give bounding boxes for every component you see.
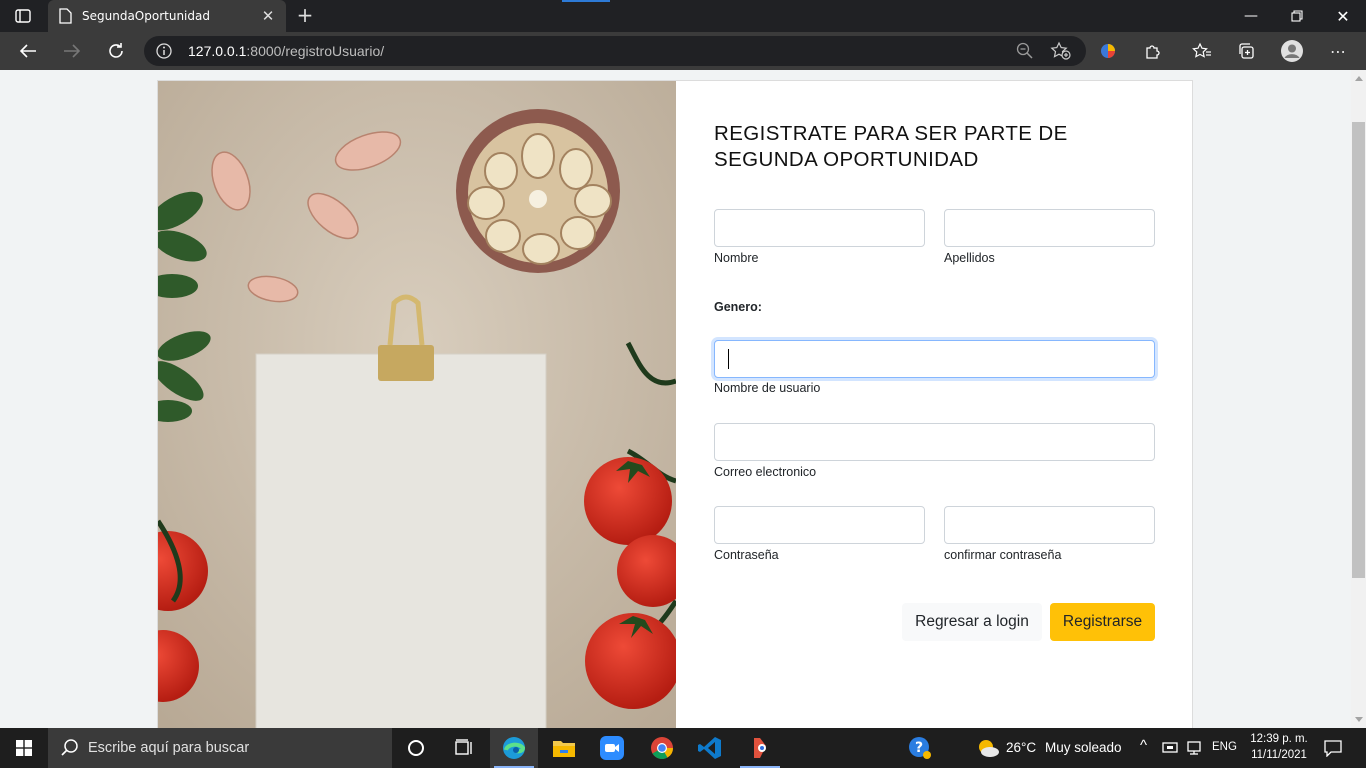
form-heading: REGISTRATE PARA SER PARTE DE SEGUNDA OPO…: [714, 122, 1068, 171]
avatar-icon: [1281, 40, 1303, 62]
chevron-up-icon[interactable]: ^: [1140, 737, 1147, 754]
tab-actions-icon: [15, 9, 31, 23]
email-input[interactable]: [714, 423, 1155, 461]
extensions-button[interactable]: [1137, 36, 1169, 66]
forward-button[interactable]: [56, 36, 88, 66]
taskbar-search-box[interactable]: Escribe aquí para buscar: [48, 728, 392, 768]
chrome-icon: [651, 737, 673, 759]
restore-button[interactable]: [1274, 0, 1320, 32]
task-view-icon: [455, 739, 472, 755]
zoom-app-button[interactable]: [588, 728, 636, 768]
email-label: Correo electronico: [714, 465, 817, 479]
tab-close-icon[interactable]: ✕: [260, 7, 276, 25]
page-scrollbar[interactable]: [1351, 70, 1366, 728]
drag-hint: [562, 0, 610, 2]
kitchen-photo-illustration: [158, 81, 676, 741]
back-to-login-button[interactable]: Regresar a login: [902, 603, 1042, 641]
scroll-thumb[interactable]: [1352, 122, 1365, 578]
registration-card: REGISTRATE PARA SER PARTE DE SEGUNDA OPO…: [157, 80, 1193, 741]
language-indicator[interactable]: ENG: [1212, 741, 1237, 753]
back-arrow-icon: [19, 44, 36, 58]
refresh-icon: [109, 43, 123, 58]
site-info-icon[interactable]: [156, 43, 172, 59]
add-favorite-icon[interactable]: [1050, 41, 1072, 61]
zoom-video-icon: [600, 736, 624, 760]
vscode-button[interactable]: [686, 728, 734, 768]
usb-device-icon[interactable]: [1161, 740, 1179, 756]
puzzle-icon: [1146, 45, 1160, 59]
food-photo: [158, 81, 676, 741]
favorites-icon: [1192, 42, 1211, 58]
clock-date: 11/11/2021: [1251, 749, 1307, 761]
scroll-up-arrow-icon[interactable]: [1355, 76, 1363, 81]
nombre-label: Nombre: [714, 251, 759, 265]
help-icon: ?: [909, 737, 931, 759]
vscode-icon: [698, 737, 721, 759]
page-icon: [59, 8, 72, 24]
page-viewport: REGISTRATE PARA SER PARTE DE SEGUNDA OPO…: [0, 70, 1351, 741]
minimize-button[interactable]: —: [1228, 0, 1274, 32]
register-button[interactable]: Registrarse: [1050, 603, 1155, 641]
task-view-button[interactable]: [440, 728, 488, 768]
collections-button[interactable]: [1230, 36, 1262, 66]
confirm-password-label: confirmar contraseña: [944, 548, 1062, 562]
username-input[interactable]: [714, 340, 1155, 378]
color-extension-icon: [1101, 44, 1115, 58]
network-icon[interactable]: [1187, 740, 1205, 756]
zoom-icon[interactable]: [1016, 42, 1034, 60]
cortana-circle-icon: [408, 740, 424, 756]
password-label: Contraseña: [714, 548, 779, 562]
help-button[interactable]: ?: [896, 728, 944, 768]
search-icon: [61, 739, 78, 756]
apellidos-label: Apellidos: [944, 251, 995, 265]
url-text: 127.0.0.1:8000/registroUsuario/: [188, 43, 385, 59]
tab-actions-button[interactable]: [0, 0, 46, 32]
weather-text[interactable]: Muy soleado: [1045, 740, 1122, 755]
password-input[interactable]: [714, 506, 925, 544]
genero-label: Genero:: [714, 300, 762, 314]
weather-sun-cloud-icon: [979, 740, 999, 757]
close-window-button[interactable]: ✕: [1320, 0, 1366, 32]
windows-logo-icon: [16, 740, 32, 756]
taskbar-clock[interactable]: 12:39 p. m. 11/11/2021: [1244, 731, 1314, 763]
search-placeholder: Escribe aquí para buscar: [88, 740, 250, 756]
forward-arrow-icon: [64, 44, 81, 58]
collections-icon: [1239, 43, 1254, 59]
cortana-button[interactable]: [392, 728, 440, 768]
restore-icon: [1291, 10, 1303, 22]
git-tool-icon: [754, 738, 766, 758]
new-tab-button[interactable]: +: [292, 4, 318, 28]
address-bar[interactable]: 127.0.0.1:8000/registroUsuario/: [144, 36, 1086, 66]
git-tool-button[interactable]: [736, 728, 784, 768]
browser-toolbar: 127.0.0.1:8000/registroUsuario/ ⋯: [0, 32, 1366, 70]
confirm-password-input[interactable]: [944, 506, 1155, 544]
refresh-button[interactable]: [100, 36, 132, 66]
clock-time: 12:39 p. m.: [1250, 733, 1308, 745]
svg-text:?: ?: [915, 740, 923, 756]
temperature-text[interactable]: 26°C: [1006, 740, 1036, 755]
back-button[interactable]: [12, 36, 44, 66]
text-caret: [728, 349, 729, 369]
folder-icon: [553, 741, 575, 757]
favorites-button[interactable]: [1186, 36, 1218, 66]
nombre-input[interactable]: [714, 209, 925, 247]
username-label: Nombre de usuario: [714, 381, 821, 395]
browser-tab[interactable]: SegundaOportunidad ✕: [48, 0, 286, 32]
apellidos-input[interactable]: [944, 209, 1155, 247]
windows-taskbar: Escribe aquí para buscar ? 26°C Muy sole…: [0, 728, 1366, 768]
tab-title: SegundaOportunidad: [82, 9, 210, 23]
edge-icon: [503, 737, 526, 759]
more-menu-button[interactable]: ⋯: [1322, 36, 1354, 66]
chrome-button[interactable]: [638, 728, 686, 768]
edge-taskbar-button[interactable]: [490, 728, 538, 768]
start-button[interactable]: [0, 728, 48, 768]
extension-button[interactable]: [1092, 36, 1124, 66]
notifications-icon[interactable]: [1324, 739, 1342, 757]
browser-titlebar: SegundaOportunidad ✕ + — ✕: [0, 0, 1366, 32]
file-explorer-button[interactable]: [540, 728, 588, 768]
scroll-down-arrow-icon[interactable]: [1355, 717, 1363, 722]
profile-button[interactable]: [1276, 36, 1308, 66]
